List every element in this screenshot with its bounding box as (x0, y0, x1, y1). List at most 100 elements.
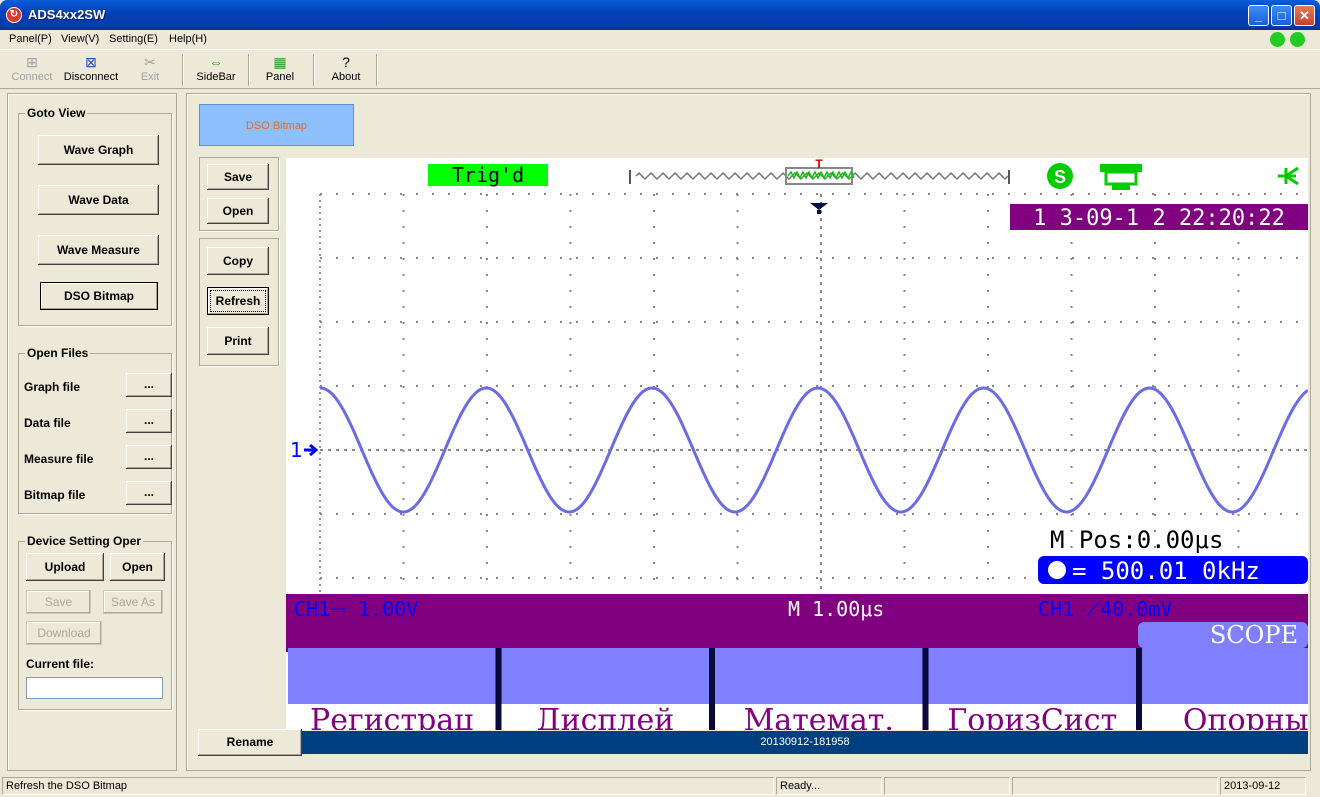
goto-view-legend: Goto View (27, 106, 86, 120)
measure-file-browse-button[interactable]: ... (126, 445, 172, 469)
status-bar: Refresh the DSO Bitmap Ready... 2013-09-… (0, 775, 1320, 797)
soft-menu-label: Дисплей (536, 703, 674, 730)
scope-mode: SCOPE (1210, 621, 1298, 649)
soft-menu-label: Регистрац (310, 703, 473, 730)
soft-menu-divider (922, 648, 929, 730)
window-title: ADS4xx2SW (28, 7, 106, 22)
ch1-scale-readout: CH1⎓ 1.00V (294, 597, 418, 621)
panel-button[interactable]: ▦ Panel (262, 54, 298, 88)
soft-menu-divider (1136, 648, 1142, 730)
graph-file-label: Graph file (24, 380, 81, 394)
minimize-button[interactable]: _ (1248, 5, 1269, 26)
status-cell (1012, 777, 1218, 795)
save-setting-button[interactable]: Save (26, 590, 91, 614)
exit-label: Exit (140, 71, 160, 83)
frequency-readout: = 500.01 0kHz (1072, 557, 1260, 585)
disconnect-label: Disconnect (63, 71, 119, 83)
status-date: 2013-09-12 (1220, 777, 1306, 795)
ch1-arrow-icon (304, 443, 319, 457)
download-button[interactable]: Download (26, 621, 102, 645)
current-file-field[interactable] (26, 677, 163, 699)
wave-graph-button[interactable]: Wave Graph (38, 135, 159, 165)
scope-datetime: 1 3-09-1 2 22:20:22 (1033, 206, 1285, 231)
timebase-readout: M 1.00μs (788, 597, 884, 621)
dso-bitmap-screen: Trig'd T S 1 3-09-1 2 22:20:22 1 M Pos:0… (286, 158, 1308, 730)
current-file-label: Current file: (26, 657, 95, 671)
measure-file-label: Measure file (24, 452, 94, 466)
panel-grid-icon: ▦ (273, 54, 287, 70)
menu-panel[interactable]: Panel(P) (9, 33, 52, 45)
trig-status-text: Trig'd (452, 163, 524, 187)
ch1-waveform (319, 386, 1308, 514)
menu-setting[interactable]: Setting(E) (109, 33, 158, 45)
svg-text:S: S (1054, 167, 1066, 187)
menu-bar: Panel(P) View(V) Setting(E) Help(H) (0, 30, 1320, 49)
rename-button[interactable]: Rename (198, 729, 302, 756)
connect-label: Connect (11, 71, 53, 83)
dso-bitmap-button[interactable]: DSO Bitmap (40, 282, 158, 310)
save-bitmap-button[interactable]: Save (207, 164, 269, 190)
about-button[interactable]: ? About (326, 54, 366, 88)
data-file-label: Data file (24, 416, 71, 430)
upload-button[interactable]: Upload (26, 553, 104, 581)
soft-menu-block (288, 648, 496, 704)
refresh-button[interactable]: Refresh (207, 287, 269, 315)
run-status-icon: S (1047, 163, 1073, 189)
printer-icon (1100, 164, 1142, 190)
soft-menu-divider (495, 648, 502, 730)
data-file-browse-button[interactable]: ... (126, 409, 172, 433)
svg-text:T: T (815, 158, 823, 171)
connect-button[interactable]: ⊞ Connect (10, 54, 54, 88)
soft-menu-divider (709, 648, 715, 730)
status-led-icon (1270, 32, 1285, 47)
title-bar: ↻ ADS4xx2SW _ □ ✕ (0, 0, 1320, 30)
print-button[interactable]: Print (207, 327, 269, 355)
open-setting-button[interactable]: Open (110, 553, 165, 581)
status-message: Refresh the DSO Bitmap (2, 777, 774, 795)
m-pos-readout: M Pos:0.00μs (1050, 526, 1223, 554)
status-led-icon (1290, 32, 1305, 47)
bitmap-file-label: Bitmap file (24, 488, 86, 502)
trigger-readout: CH1 ⟋40.0mV (1038, 597, 1172, 621)
status-cell (884, 777, 1010, 795)
panel-label: Panel (265, 71, 295, 83)
help-question-icon: ? (342, 54, 350, 70)
ch1-level-marker: 1 (290, 438, 303, 462)
wave-measure-button[interactable]: Wave Measure (38, 235, 159, 265)
disconnect-icon: ⊠ (85, 54, 97, 70)
copy-button[interactable]: Copy (207, 247, 269, 275)
menu-help[interactable]: Help(H) (169, 33, 207, 45)
close-button[interactable]: ✕ (1294, 5, 1315, 26)
exit-button[interactable]: ✂ Exit (132, 54, 168, 88)
open-bitmap-button[interactable]: Open (207, 198, 269, 224)
trigger-edge-icon (1278, 166, 1299, 186)
maximize-button[interactable]: □ (1271, 5, 1292, 26)
toolbar-separator (376, 54, 378, 86)
bitmap-file-browse-button[interactable]: ... (126, 481, 172, 505)
wave-data-button[interactable]: Wave Data (38, 185, 159, 215)
connect-icon: ⊞ (26, 54, 38, 70)
toolbar-separator (182, 54, 184, 86)
freq-icon (1048, 561, 1066, 579)
toolbar-separator (248, 54, 250, 86)
soft-menu-label: Опорны (1183, 703, 1308, 730)
tab-dso-bitmap[interactable]: DSO Bitmap (199, 104, 354, 146)
soft-menu-block (501, 648, 709, 704)
sidebar-label: SideBar (196, 71, 236, 83)
save-as-setting-button[interactable]: Save As (103, 590, 163, 614)
exit-icon: ✂ (144, 54, 156, 70)
about-label: About (331, 71, 361, 83)
toolbar: ⊞ Connect ⊠ Disconnect ✂ Exit ⇔ SideBar … (0, 49, 1320, 89)
soft-menu-block (928, 648, 1136, 704)
menu-view[interactable]: View(V) (61, 33, 99, 45)
status-state: Ready... (776, 777, 882, 795)
scope-screenshot: Trig'd T S 1 3-09-1 2 22:20:22 1 M Pos:0… (286, 158, 1308, 730)
soft-menu-block (715, 648, 923, 704)
soft-menu-label: Математ. (744, 703, 894, 730)
graph-file-browse-button[interactable]: ... (126, 373, 172, 397)
disconnect-button[interactable]: ⊠ Disconnect (62, 54, 120, 88)
sidebar-button[interactable]: ⇔ SideBar (194, 54, 238, 88)
trigger-position-marker (810, 203, 828, 214)
open-files-legend: Open Files (27, 346, 89, 360)
soft-menu-block (1142, 648, 1308, 704)
